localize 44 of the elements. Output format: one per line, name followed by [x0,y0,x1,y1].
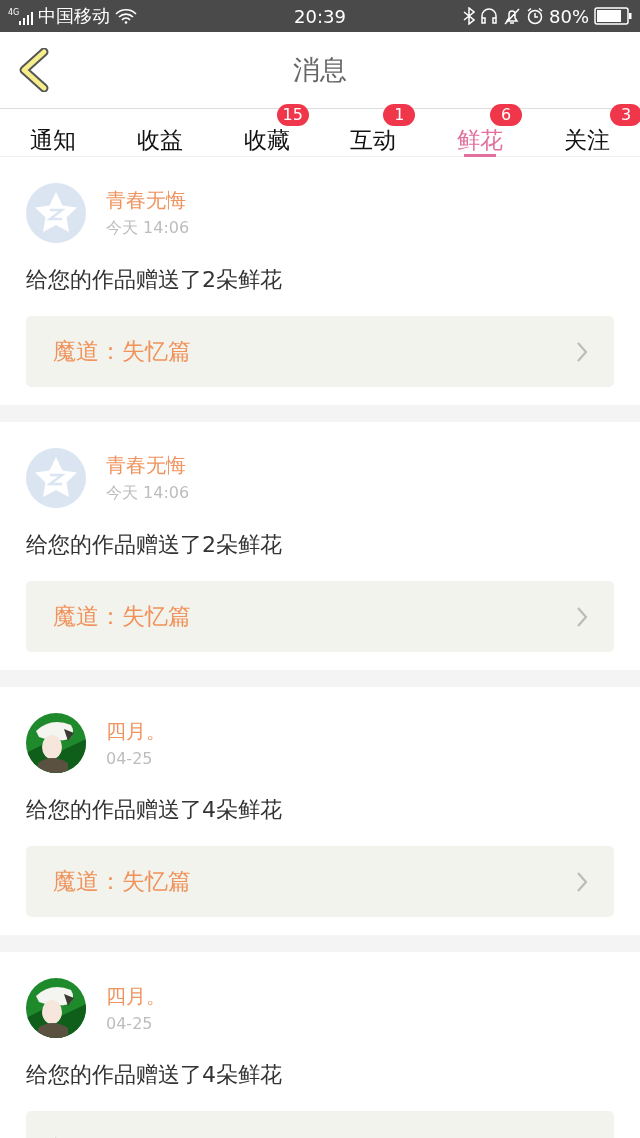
chevron-right-icon [576,870,588,893]
tab[interactable]: 互动 [350,127,397,153]
tab[interactable]: 收藏 [243,127,290,153]
signal-icon [19,11,34,25]
work-link[interactable]: 魔道：失忆篇 [26,581,614,652]
count-badge: 6 [490,104,522,126]
network-type: 4G [8,8,20,17]
user-name[interactable]: 四月。 [106,983,166,1010]
avatar-icon [26,183,86,243]
back-icon[interactable] [18,48,50,92]
headset-icon [480,7,498,25]
count-badge: 3 [610,104,640,126]
bell-off-icon [503,7,521,25]
user-name[interactable]: 四月。 [106,718,166,745]
battery-percent: 80% [549,5,589,27]
wifi-icon [115,8,138,24]
message-text: 给您的作品赠送了2朵鲜花 [26,266,283,294]
tab[interactable]: 通知 [30,127,77,153]
tab[interactable]: 收益 [137,127,183,153]
avatar-icon [26,448,86,508]
tab[interactable]: 关注 [563,127,610,153]
work-link[interactable]: 魔道：失忆篇 [26,316,614,387]
message-time: 04-25 [106,749,154,768]
user-name[interactable]: 青春无悔 [106,452,190,479]
carrier-name: 中国移动 [38,4,111,28]
bluetooth-icon [463,7,475,25]
message-time: 04-25 [106,1014,154,1033]
chevron-right-icon [576,340,588,363]
work-link[interactable]: 魔道：失忆篇 [26,846,614,917]
user-name[interactable]: 青春无悔 [106,187,190,214]
message-text: 给您的作品赠送了2朵鲜花 [26,531,283,559]
alarm-icon [526,7,544,25]
count-badge: 15 [276,104,309,126]
message-text: 给您的作品赠送了4朵鲜花 [26,796,283,824]
message-time: 今天 14:06 [106,483,190,504]
page-title: 消息 [293,53,347,87]
battery-icon [594,7,632,25]
clock: 20:39 [294,5,346,27]
tab-indicator [464,154,496,157]
chevron-right-icon [576,605,588,628]
count-badge: 1 [383,104,416,126]
message-text: 给您的作品赠送了4朵鲜花 [26,1061,283,1089]
tab[interactable]: 鲜花 [457,127,503,153]
message-time: 今天 14:06 [106,218,190,239]
